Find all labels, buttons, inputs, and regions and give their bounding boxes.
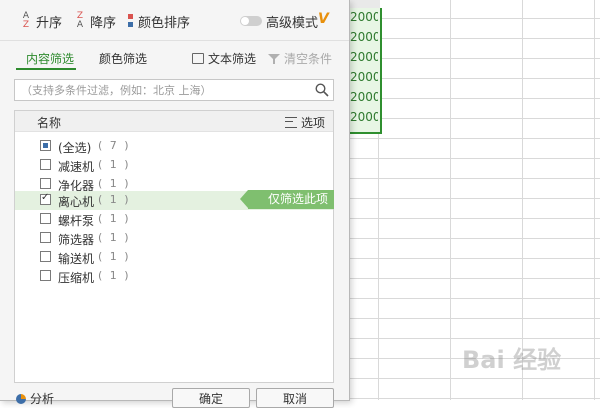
baidu-watermark: Bai 经验 [462,346,562,374]
sort-ascending-button[interactable]: AZ 升序 [20,11,62,31]
filter-value-list: 名称 选项 (全选) ( 7 ) 减速机 ( 1 ) 净化器 ( 1 ) 离心机… [14,110,334,383]
cancel-button[interactable]: 取消 [256,388,334,408]
list-item[interactable]: 减速机 ( 1 ) [15,156,333,175]
list-item-count: ( 7 ) [98,139,131,152]
clear-conditions-label: 清空条件 [284,52,333,66]
active-tab-indicator [16,68,76,70]
search-icon[interactable] [315,83,329,97]
clear-conditions-button[interactable]: 清空条件 [268,50,332,67]
advanced-mode-toggle[interactable] [240,16,262,26]
list-item[interactable]: 压缩机 ( 1 ) [15,267,333,286]
list-item-label: 螺杆泵 [58,214,95,228]
list-item-count: ( 1 ) [98,231,131,244]
item-checkbox[interactable] [40,192,51,205]
filter-search-input[interactable] [21,82,311,98]
list-item-select-all[interactable]: (全选) ( 7 ) [15,137,333,156]
list-options-button[interactable]: 选项 [284,114,325,131]
list-item-count: ( 1 ) [98,193,131,206]
analyze-button[interactable]: 分析 [16,390,54,407]
sort-descending-button[interactable]: ZA 降序 [74,11,116,31]
text-filter-button[interactable]: 文本筛选 [192,50,256,67]
color-sort-button[interactable]: 颜色排序 [128,11,190,31]
sort-descending-icon: ZA [76,11,84,30]
item-checkbox[interactable] [40,178,51,189]
cell-value[interactable]: 2000 [350,8,378,26]
ok-button[interactable]: 确定 [172,388,250,408]
cell-value[interactable]: 2000 [350,28,378,46]
options-icon [284,117,297,128]
list-item-label: 压缩机 [58,271,95,285]
filter-dropdown-panel: AZ 升序 ZA 降序 颜色排序 高级模式 V 内容筛选 颜色筛选 文本筛选 清… [0,0,350,408]
list-item-label: (全选) [58,141,92,155]
list-options-label: 选项 [300,116,325,130]
list-item-count: ( 1 ) [98,212,131,225]
item-checkbox[interactable] [40,159,51,170]
vip-icon[interactable]: V [318,11,329,27]
filter-search-box [14,79,334,101]
list-item-label: 筛选器 [58,233,95,247]
item-checkbox[interactable] [40,251,51,262]
list-header-name: 名称 [37,116,62,130]
pie-chart-icon [16,393,26,404]
tab-content-filter[interactable]: 内容筛选 [26,50,74,67]
text-filter-icon [192,53,204,64]
sort-descending-label: 降序 [90,15,117,31]
color-sort-icon [128,14,134,28]
analyze-label: 分析 [30,392,55,406]
advanced-mode-label: 高级模式 [266,16,319,31]
text-filter-label: 文本筛选 [208,52,257,66]
list-header: 名称 选项 [15,111,333,132]
sort-toolbar: AZ 升序 ZA 降序 颜色排序 高级模式 V [0,0,349,41]
cell-value[interactable]: 2000 [350,108,378,126]
list-item[interactable]: 筛选器 ( 1 ) [15,229,333,248]
item-checkbox[interactable] [40,270,51,281]
list-item-count: ( 1 ) [98,158,131,171]
item-checkbox[interactable] [40,213,51,224]
filter-footer: 分析 确定 取消 [0,384,349,408]
list-item-label: 输送机 [58,252,95,266]
list-item-label: 减速机 [58,160,95,174]
sort-ascending-label: 升序 [36,15,63,31]
list-item[interactable]: 输送机 ( 1 ) [15,248,333,267]
color-sort-label: 颜色排序 [138,15,191,31]
clear-filter-icon [268,53,280,65]
list-item[interactable]: 螺杆泵 ( 1 ) [15,210,333,229]
only-filter-this-button[interactable]: 仅筛选此项 [240,190,334,209]
cell-value[interactable]: 2000 [350,88,378,106]
sort-ascending-icon: AZ [22,11,30,30]
tab-color-filter[interactable]: 颜色筛选 [99,50,147,67]
list-item-label: 离心机 [58,195,95,209]
cell-value[interactable]: 2000 [350,48,378,66]
select-all-checkbox[interactable] [40,140,51,151]
item-checkbox[interactable] [40,232,51,243]
list-item-count: ( 1 ) [98,177,131,190]
list-item-count: ( 1 ) [98,250,131,263]
cell-value[interactable]: 2000 [350,68,378,86]
list-item-count: ( 1 ) [98,269,131,282]
